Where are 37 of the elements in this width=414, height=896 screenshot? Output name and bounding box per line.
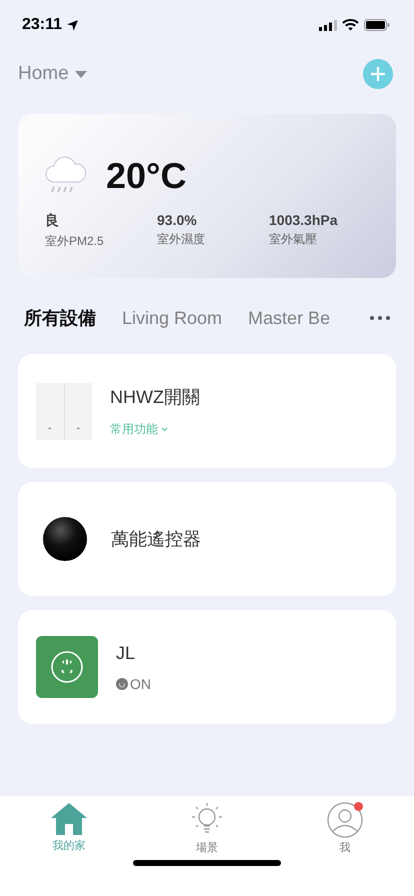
stat-value: 良 [45,212,60,230]
remote-puck-icon [42,516,88,562]
weather-card[interactable]: 20°C 良 室外PM2.5 93.0% 室外濕度 1003.3hPa 室外氣壓 [18,114,396,278]
user-avatar-icon [327,802,363,838]
device-card[interactable]: - - NHWZ開關 常用功能 [18,354,396,468]
battery-icon [364,19,390,31]
room-tab[interactable]: Living Room [122,308,222,328]
signal-icon [319,20,337,30]
nav-tab[interactable]: 場景 [167,802,247,860]
device-name: 萬能遙控器 [111,528,201,551]
stat-label: 室外PM2.5 [45,233,105,250]
device-card[interactable]: 萬能遙控器 [18,482,396,596]
switch-label: - [76,422,80,434]
stat-label: 室外濕度 [157,231,206,248]
stat-value: 1003.3hPa [269,212,339,228]
nav-tab[interactable]: 我 [305,802,385,860]
room-tab[interactable]: Master Be [248,308,330,328]
device-card[interactable]: JL ON [18,610,396,724]
room-tab[interactable]: 所有設備 [24,306,96,330]
location-arrow-icon [66,18,80,32]
house-icon [50,802,88,836]
nav-tab[interactable]: 我的家 [29,802,109,860]
status-time: 23:11 [22,16,62,34]
home-selector[interactable]: Home [18,63,87,85]
device-name: JL [116,642,136,664]
caret-icon [74,70,87,78]
device-name: NHWZ開關 [110,386,200,408]
temperature: 20°C [106,155,186,197]
device-status: ON [130,676,151,692]
stat-value: 93.0% [157,212,198,228]
socket-icon [36,636,98,698]
chevron-icon [161,426,168,432]
plus-icon [371,67,385,81]
power-icon [116,678,128,690]
stat-label: 室外氣壓 [269,231,318,248]
wifi-icon [342,19,359,31]
switch-label: - [48,422,52,434]
